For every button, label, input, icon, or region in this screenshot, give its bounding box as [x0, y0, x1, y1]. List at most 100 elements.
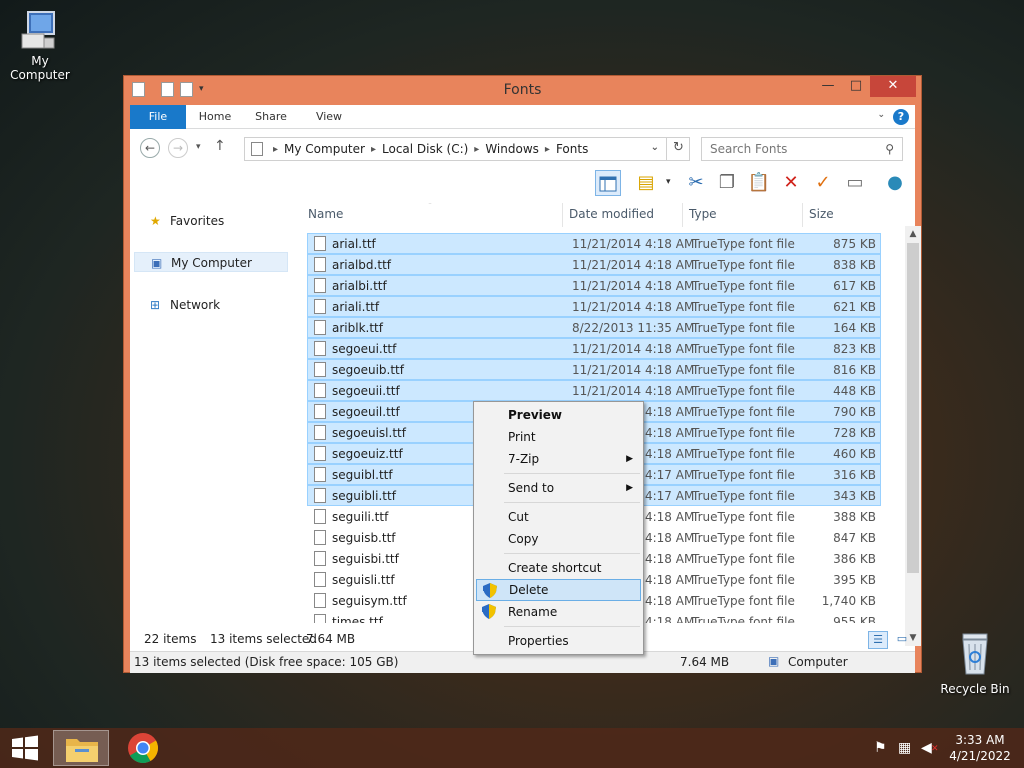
delete-icon[interactable]: ✕ [778, 170, 804, 196]
table-row[interactable]: arial.ttf 11/21/2014 4:18 AM TrueType font… [307, 233, 881, 254]
help-icon[interactable]: ? [893, 109, 909, 125]
menu-item-label: Send to [508, 481, 555, 495]
font-file-icon [314, 467, 326, 482]
table-row[interactable]: arialbd.ttf 11/21/2014 4:18 AM TrueType fo… [307, 254, 881, 275]
menu-item-7zip[interactable]: 7-Zip ▶ [476, 448, 641, 470]
copy-icon[interactable]: ❐ [714, 170, 740, 196]
breadcrumb-windows[interactable]: Windows [485, 142, 539, 156]
taskbar-clock[interactable]: 3:33 AM 4/21/2022 [944, 732, 1016, 764]
up-button[interactable]: ↑ [214, 138, 226, 154]
table-row[interactable]: segoeuii.ttf 11/21/2014 4:18 AM TrueType f… [307, 380, 881, 401]
address-bar[interactable]: ▸ My Computer ▸ Local Disk (C:) ▸ Window… [244, 137, 690, 161]
vertical-scrollbar[interactable]: ▲ ▼ [905, 226, 921, 646]
tab-file[interactable]: File [130, 105, 186, 129]
nav-item-my-computer[interactable]: ▣ My Computer [134, 252, 288, 272]
cut-icon[interactable]: ✂ [683, 170, 709, 196]
nav-item-network[interactable]: ⊞ Network [134, 295, 288, 315]
properties-card-icon[interactable]: ▭ [842, 170, 868, 196]
file-name: times.ttf [332, 615, 383, 623]
menu-item-copy[interactable]: Copy [476, 528, 641, 550]
file-size: 838 KB [833, 258, 876, 272]
file-type: TrueType font file [692, 300, 795, 314]
table-row[interactable]: arialbi.ttf 11/21/2014 4:18 AM TrueType fo… [307, 275, 881, 296]
star-icon: ★ [150, 214, 161, 228]
tab-view[interactable]: View [306, 105, 352, 129]
breadcrumb-fonts[interactable]: Fonts [556, 142, 588, 156]
tab-share[interactable]: Share [248, 105, 294, 129]
font-file-icon [314, 572, 326, 587]
file-type: TrueType font file [692, 384, 795, 398]
title-bar[interactable]: ▾ Fonts — □ ✕ [124, 76, 921, 104]
menu-item-preview[interactable]: Preview [476, 404, 641, 426]
forward-button[interactable]: → [168, 138, 188, 158]
menu-item-send-to[interactable]: Send to ▶ [476, 477, 641, 499]
start-button[interactable] [10, 735, 40, 761]
file-size: 955 KB [833, 615, 876, 623]
chrome-icon[interactable] [127, 732, 159, 764]
close-button[interactable]: ✕ [870, 76, 916, 97]
minimize-button[interactable]: — [814, 76, 842, 97]
column-header-type[interactable]: Type [685, 203, 803, 227]
menu-item-label: Create shortcut [508, 561, 602, 575]
paste-icon[interactable]: 📋 [746, 170, 772, 196]
taskbar-file-explorer[interactable] [53, 730, 109, 766]
menu-item-label: Delete [509, 583, 549, 597]
address-dropdown-icon[interactable]: ⌄ [651, 142, 659, 153]
font-file-icon [314, 278, 326, 293]
menu-item-delete[interactable]: Delete [476, 579, 641, 601]
table-row[interactable]: segoeui.ttf 11/21/2014 4:18 AM TrueType fo… [307, 338, 881, 359]
column-header-date[interactable]: Date modified [565, 203, 683, 227]
menu-item-rename[interactable]: Rename [476, 601, 641, 623]
table-row[interactable]: ariblk.ttf 8/22/2013 11:35 AM TrueType fon… [307, 317, 881, 338]
chevron-right-icon: ▸ [273, 143, 279, 155]
file-date: 11/21/2014 4:18 AM [572, 300, 695, 314]
scroll-thumb[interactable] [907, 243, 919, 573]
sort-ascending-icon: ˄ [428, 203, 432, 210]
file-name: arialbi.ttf [332, 279, 387, 293]
menu-item-create-shortcut[interactable]: Create shortcut [476, 557, 641, 579]
desktop-icon-my-computer[interactable]: My Computer [2, 8, 78, 82]
chevron-down-icon[interactable]: ▾ [666, 177, 671, 187]
globe-icon[interactable]: ● [882, 170, 908, 196]
menu-item-label: Rename [508, 605, 558, 619]
large-icons-view-button[interactable]: ▭ [892, 631, 912, 649]
file-size: 617 KB [833, 279, 876, 293]
menu-item-print[interactable]: Print [476, 426, 641, 448]
details-view-button[interactable]: ☰ [868, 631, 888, 649]
chevron-right-icon: ▶ [626, 483, 633, 493]
search-input[interactable]: Search Fonts ⚲ [701, 137, 903, 161]
column-header-size[interactable]: Size [805, 203, 881, 227]
recent-locations-icon[interactable]: ▾ [196, 142, 201, 152]
file-type: TrueType font file [692, 489, 795, 503]
preview-pane-button[interactable] [595, 170, 621, 196]
chevron-right-icon: ▶ [626, 454, 633, 464]
chevron-down-icon[interactable]: ⌄ [877, 110, 885, 120]
action-center-flag-icon[interactable]: ⚑ [874, 740, 887, 756]
font-file-icon [314, 551, 326, 566]
menu-item-properties[interactable]: Properties [476, 630, 641, 652]
scroll-up-arrow[interactable]: ▲ [905, 226, 921, 242]
window-title: Fonts [503, 82, 542, 98]
maximize-button[interactable]: □ [842, 76, 870, 97]
network-status-icon[interactable]: ▦ [898, 740, 911, 756]
menu-item-cut[interactable]: Cut [476, 506, 641, 528]
computer-icon [21, 11, 55, 49]
menu-item-label: Print [508, 430, 536, 444]
nav-item-favorites[interactable]: ★ Favorites [134, 211, 288, 231]
column-header-name[interactable]: Name [304, 203, 563, 227]
file-size: 386 KB [833, 552, 876, 566]
desktop-icon-recycle-bin[interactable]: Recycle Bin [940, 630, 1010, 696]
selected-size: 7.64 MB [306, 632, 356, 646]
check-icon[interactable]: ✓ [810, 170, 836, 196]
chevron-right-icon: ▸ [544, 143, 550, 155]
tab-home[interactable]: Home [192, 105, 238, 129]
breadcrumb-local-disk[interactable]: Local Disk (C:) [382, 142, 468, 156]
breadcrumb-my-computer[interactable]: My Computer [284, 142, 365, 156]
table-row[interactable]: segoeuib.ttf 11/21/2014 4:18 AM TrueType f… [307, 359, 881, 380]
refresh-button[interactable]: ↻ [666, 137, 690, 161]
folder-icon [66, 739, 98, 762]
file-type: TrueType font file [692, 342, 795, 356]
organize-button[interactable]: ▤ [633, 170, 659, 196]
table-row[interactable]: ariali.ttf 11/21/2014 4:18 AM TrueType fon… [307, 296, 881, 317]
back-button[interactable]: ← [140, 138, 160, 158]
